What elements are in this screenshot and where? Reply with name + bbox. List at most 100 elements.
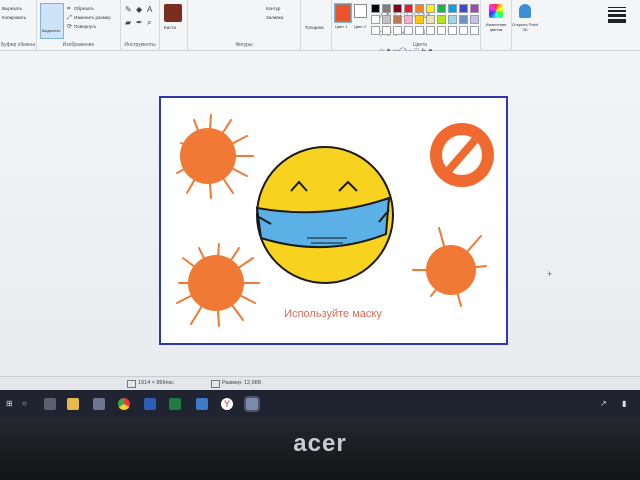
palette-swatch[interactable] (437, 4, 446, 13)
tools-group: ✎ ◆ A ▰ ✒ ⌕ Инструменты (121, 0, 160, 50)
file-size-icon (211, 380, 220, 388)
eraser-icon[interactable]: ▰ (125, 19, 131, 27)
rotate-button[interactable]: Повернуть (74, 24, 96, 29)
file-explorer-icon[interactable] (67, 398, 79, 410)
brushes-group: Кисти (160, 0, 188, 50)
color1-label: Цвет 1 (335, 24, 348, 29)
paint3d-icon[interactable] (519, 4, 531, 18)
edit-colors-group: Изменение цветов (480, 0, 512, 50)
palette-swatch[interactable] (426, 26, 435, 35)
palette-swatch[interactable] (448, 26, 457, 35)
size-lines-icon[interactable] (608, 7, 626, 25)
paint-ribbon: Вырезать Копировать Буфер обмена Выделит… (0, 0, 640, 55)
palette-swatch[interactable] (448, 4, 457, 13)
start-icon[interactable]: ⊞ (6, 399, 13, 408)
fill-icon[interactable]: ◆ (136, 6, 142, 14)
tools-group-label: Инструменты (124, 42, 156, 48)
task-view-icon[interactable] (44, 398, 56, 410)
tray-arrow-icon[interactable]: ↗ (600, 399, 607, 408)
palette-swatch[interactable] (426, 15, 435, 24)
palette-swatch[interactable] (382, 4, 391, 13)
paint3d-group: Открыть Paint 3D (511, 0, 539, 50)
laptop-bezel: acer (0, 418, 640, 480)
file-size: Размер: 12,9КБ (222, 380, 262, 386)
palette-swatch[interactable] (470, 26, 479, 35)
palette-swatch[interactable] (393, 15, 402, 24)
rotate-icon: ⟳ (67, 24, 73, 30)
select-label: Выделить (42, 28, 61, 33)
color-picker-icon[interactable]: ✒ (136, 19, 143, 27)
palette-swatch[interactable] (371, 26, 380, 35)
yandex-icon[interactable]: Y (221, 398, 233, 410)
palette-swatch[interactable] (382, 26, 391, 35)
palette-swatch[interactable] (393, 4, 402, 13)
photos-icon[interactable] (196, 398, 208, 410)
palette-swatch[interactable] (470, 15, 479, 24)
edit-colors-button[interactable]: Изменение цветов (483, 22, 509, 32)
palette-swatch[interactable] (393, 26, 402, 35)
palette-swatch[interactable] (371, 15, 380, 24)
palette-swatch[interactable] (459, 15, 468, 24)
crop-button[interactable]: Обрезать (74, 6, 94, 11)
palette-swatch[interactable] (404, 4, 413, 13)
excel-icon[interactable] (169, 398, 181, 410)
taskbar: ⊞ ○ Y ↗ ▮ (0, 390, 640, 418)
screen: Вырезать Копировать Буфер обмена Выделит… (0, 0, 640, 418)
color2-label: Цвет 2 (354, 24, 367, 29)
brushes-button[interactable]: Кисти (164, 25, 176, 30)
outline-dropdown[interactable]: Контур (266, 6, 280, 11)
chrome-icon[interactable] (118, 398, 130, 410)
text-icon[interactable]: A (147, 6, 152, 14)
crop-icon: ⌗ (67, 6, 71, 12)
palette-swatch[interactable] (470, 4, 479, 13)
palette-swatch[interactable] (426, 4, 435, 13)
drawing-canvas[interactable]: Используйте маску (159, 96, 508, 345)
palette-swatch[interactable] (459, 4, 468, 13)
palette-swatch[interactable] (415, 15, 424, 24)
notification-icon[interactable]: ▮ (622, 399, 626, 408)
size-button[interactable]: Толщина (305, 25, 324, 30)
palette-swatch[interactable] (404, 15, 413, 24)
sun-bottom-left (176, 243, 260, 327)
pencil-icon[interactable]: ✎ (125, 6, 132, 14)
paint-icon[interactable] (244, 396, 260, 412)
image-group-label: Изображение (62, 42, 95, 48)
palette-swatch[interactable] (448, 15, 457, 24)
palette-swatch[interactable] (404, 26, 413, 35)
select-button[interactable]: Выделить (40, 3, 64, 39)
size-group: Толщина (301, 0, 626, 50)
color2-button[interactable] (354, 4, 367, 18)
palette-swatch[interactable] (459, 26, 468, 35)
fill-dropdown[interactable]: Заливка (266, 15, 283, 20)
word-icon[interactable] (144, 398, 156, 410)
shapes-group: ╱∿○□▢⬠△◺ ◇⬟⬡⇨⇦⇧⇩✦ ☆✶▭◯☁♡ϟ▾ Контур Заливк… (188, 0, 433, 55)
magnifier-icon[interactable]: ⌕ (147, 19, 151, 27)
palette-swatch[interactable] (437, 15, 446, 24)
image-group: Выделить ⌗ Обрезать ⤢ Изменить размер ⟳ … (37, 0, 121, 50)
status-bar: 1914 × 866пкс Размер: 12,9КБ (0, 376, 640, 391)
resize-icon: ⤢ (67, 15, 72, 21)
cut-button[interactable]: Вырезать (2, 6, 22, 11)
shapes-group-label: Фигуры (235, 42, 253, 48)
masked-smiley (255, 146, 394, 284)
palette-swatch[interactable] (382, 15, 391, 24)
search-icon[interactable]: ○ (22, 399, 27, 408)
palette-swatch[interactable] (437, 26, 446, 35)
color1-button[interactable] (334, 3, 352, 23)
palette-swatch[interactable] (415, 4, 424, 13)
brushes-icon[interactable] (164, 4, 182, 22)
palette-swatch[interactable] (371, 4, 380, 13)
drawing-svg (176, 114, 494, 327)
resize-button[interactable]: Изменить размер (74, 15, 111, 20)
palette-swatch[interactable] (415, 26, 424, 35)
store-icon[interactable] (93, 398, 105, 410)
color-wheel-icon[interactable] (489, 4, 503, 18)
clipboard-group: Вырезать Копировать Буфер обмена (0, 0, 37, 50)
crosshair-cursor-icon: + (547, 269, 553, 279)
canvas-workspace: Используйте маску + (0, 51, 640, 376)
sun-top-left (176, 114, 254, 199)
brand-logo: acer (293, 430, 347, 457)
prohibition-sign (430, 123, 494, 187)
copy-button[interactable]: Копировать (2, 15, 26, 20)
paint3d-button[interactable]: Открыть Paint 3D (512, 22, 538, 32)
